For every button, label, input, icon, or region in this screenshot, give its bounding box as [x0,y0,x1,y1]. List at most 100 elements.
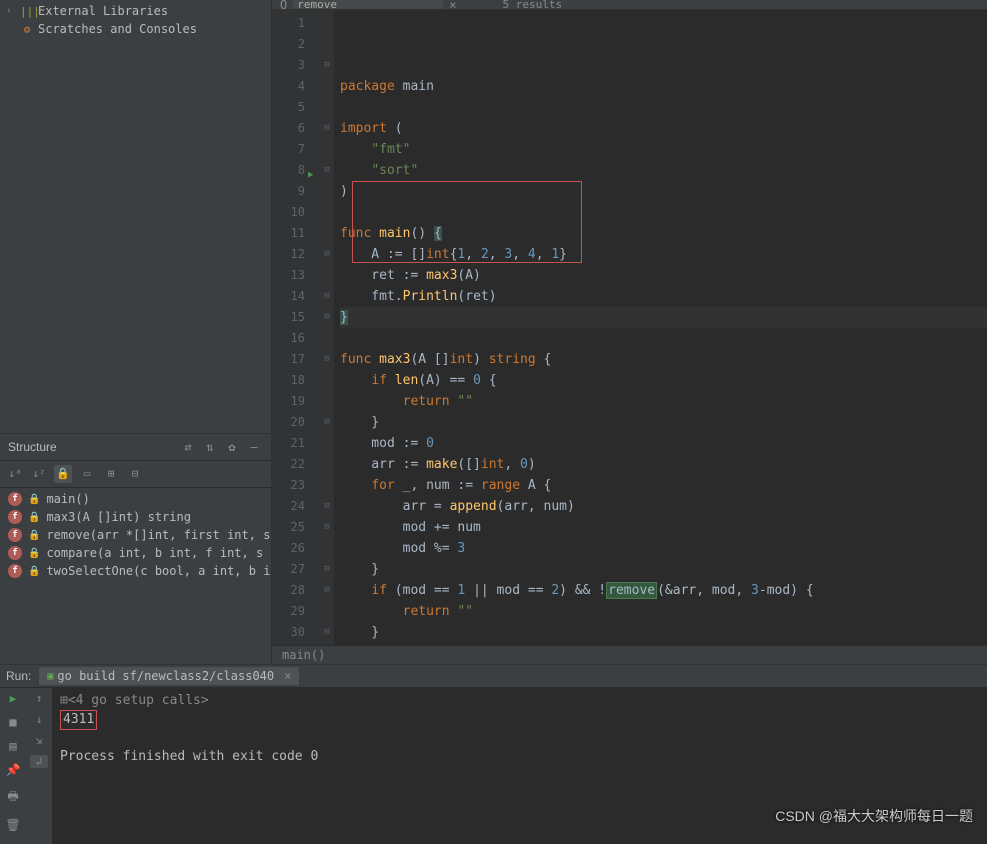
tree-row-external-libraries[interactable]: › ||| External Libraries [0,2,271,20]
close-icon[interactable]: × [449,0,456,10]
function-badge-icon: f [8,528,22,542]
code-line[interactable]: ret := max3(A) [340,265,987,286]
code-line[interactable]: return "" [340,601,987,622]
minimize-icon[interactable]: — [245,440,263,454]
code-line[interactable]: ) [340,181,987,202]
code-line[interactable]: mod := 0 [340,433,987,454]
tree-row-scratches[interactable]: ⚙ Scratches and Consoles [0,20,271,38]
structure-item-name: compare(a int, b int, f int, s int) int [46,546,271,560]
code-line[interactable]: func main() { [340,223,987,244]
code-line[interactable]: mod += num [340,517,987,538]
console-output-line: 4311 [60,710,979,730]
structure-item[interactable]: f🔒max3(A []int) string [0,508,271,526]
left-panel: › ||| External Libraries ⚙ Scratches and… [0,0,272,664]
pin-icon[interactable]: 📌 [4,763,22,777]
run-icon[interactable]: ▶ [4,692,22,705]
code-line[interactable]: arr := make([]int, 0) [340,454,987,475]
function-badge-icon: f [8,564,22,578]
code-line[interactable]: fmt.Println(ret) [340,286,987,307]
structure-item[interactable]: f🔒compare(a int, b int, f int, s int) in… [0,544,271,562]
structure-item[interactable]: f 🔒 main() [0,490,271,508]
folder-icon[interactable]: ▭ [78,465,96,483]
code-line[interactable]: for _, num := range A { [340,475,987,496]
fold-gutter[interactable]: ⊟⊟⊟⊟⊟⊟⊟⊟⊟⊟⊟⊟⊟ [320,10,334,645]
code-line[interactable]: } [340,559,987,580]
code-editor[interactable]: 1234567▶89101112131415161718192021222324… [272,10,987,645]
chevron-right-icon: › [6,6,16,16]
lock-icon: 🔒 [28,566,40,577]
lock-icon: 🔒 [28,494,40,505]
project-tree[interactable]: › ||| External Libraries ⚙ Scratches and… [0,0,271,434]
lock-icon[interactable]: 🔒 [54,465,72,483]
run-header: Run: ▣ go build sf/newclass2/class040 × [0,665,987,688]
expand-icon[interactable]: ⊞ [102,465,120,483]
library-icon: ||| [20,5,34,18]
code-line[interactable]: if len(A) == 0 { [340,370,987,391]
console-exit-line: Process finished with exit code 0 [60,748,979,766]
code-line[interactable] [340,97,987,118]
lock-icon: 🔒 [28,530,40,541]
structure-item-name: twoSelectOne(c bool, a int, b int) int [46,564,271,578]
code-line[interactable]: if len(arr) == 0 { [340,643,987,645]
code-line[interactable] [340,328,987,349]
structure-item-name: main() [46,492,89,506]
code-line[interactable]: "sort" [340,160,987,181]
function-badge-icon: f [8,546,22,560]
run-toolbar-right: ↑ ↓ ⇲ ↲ [26,688,52,844]
code-line[interactable]: mod %= 3 [340,538,987,559]
code-line[interactable]: arr = append(arr, num) [340,496,987,517]
up-icon[interactable]: ↑ [30,692,48,705]
find-bar: Q × 5 results [272,0,987,10]
structure-item[interactable]: f 🔒 remove(arr *[]int, first int, second i… [0,526,271,544]
tree-label: External Libraries [38,4,168,18]
run-tab-name: go build sf/newclass2/class040 [57,669,274,683]
code-line[interactable]: } [340,307,987,328]
code-line[interactable]: } [340,622,987,643]
code-line[interactable]: } [340,412,987,433]
structure-item-name: remove(arr *[]int, first int, second int… [46,528,271,542]
editor-area: Q × 5 results 1234567▶891011121314151617… [272,0,987,664]
sort-alpha-icon[interactable]: ↓ᵃ [6,465,24,483]
search-icon: Q [280,0,287,10]
function-badge-icon: f [8,492,22,506]
lock-icon: 🔒 [28,512,40,523]
sort-z-icon[interactable]: ↓ᶻ [30,465,48,483]
run-tab[interactable]: ▣ go build sf/newclass2/class040 × [39,667,299,685]
code-line[interactable]: "fmt" [340,139,987,160]
code-content[interactable]: package main import ( "fmt" "sort") func m… [334,10,987,645]
breadcrumb[interactable]: main() [272,645,987,664]
go-icon: ▣ [47,671,53,682]
run-toolbar-left: ▶ ■ ▤ 📌 🖶 🗑 [0,688,26,844]
down-icon[interactable]: ↓ [30,713,48,726]
collapse-icon[interactable]: ⊟ [126,465,144,483]
line-gutter: 1234567▶89101112131415161718192021222324… [272,10,320,645]
find-input[interactable] [293,0,443,10]
wrap-icon[interactable]: ↲ [30,755,48,768]
structure-toolbar: ↓ᵃ ↓ᶻ 🔒 ▭ ⊞ ⊟ [0,461,271,488]
structure-list: f 🔒 main() f 🔒 max3(A []int) string f 🔒 remove(a… [0,488,271,582]
gear-icon[interactable]: ✿ [223,440,241,454]
layout-icon[interactable]: ▤ [4,739,22,753]
structure-item[interactable]: f 🔒 twoSelectOne(c bool, a int, b int) int [0,562,271,580]
trash-icon[interactable]: 🗑 [4,818,22,832]
scratches-icon: ⚙ [20,23,34,36]
code-line[interactable]: return "" [340,391,987,412]
filter-icon[interactable]: ⇄ [179,440,197,454]
print-icon[interactable]: 🖶 [4,787,22,808]
code-line[interactable]: if (mod == 1 || mod == 2) && !remove(&ar… [340,580,987,601]
structure-item-name: max3(A []int) string [46,510,191,524]
code-line[interactable]: import ( [340,118,987,139]
export-icon[interactable]: ⇲ [30,734,48,747]
code-line[interactable]: A := []int{1, 2, 3, 4, 1} [340,244,987,265]
tree-label: Scratches and Consoles [38,22,197,36]
stop-icon[interactable]: ■ [4,715,22,729]
console-setup-line: ⊞<4 go setup calls> [60,692,979,710]
structure-header: Structure ⇄ ⇅ ✿ — [0,434,271,461]
code-line[interactable]: func max3(A []int) string { [340,349,987,370]
close-icon[interactable]: × [284,669,291,683]
sort-icon[interactable]: ⇅ [201,440,219,454]
find-results: 5 results [502,0,562,10]
code-line[interactable]: package main [340,76,987,97]
code-line[interactable] [340,202,987,223]
structure-panel: Structure ⇄ ⇅ ✿ — ↓ᵃ ↓ᶻ 🔒 ▭ ⊞ ⊟ f� [0,434,271,664]
